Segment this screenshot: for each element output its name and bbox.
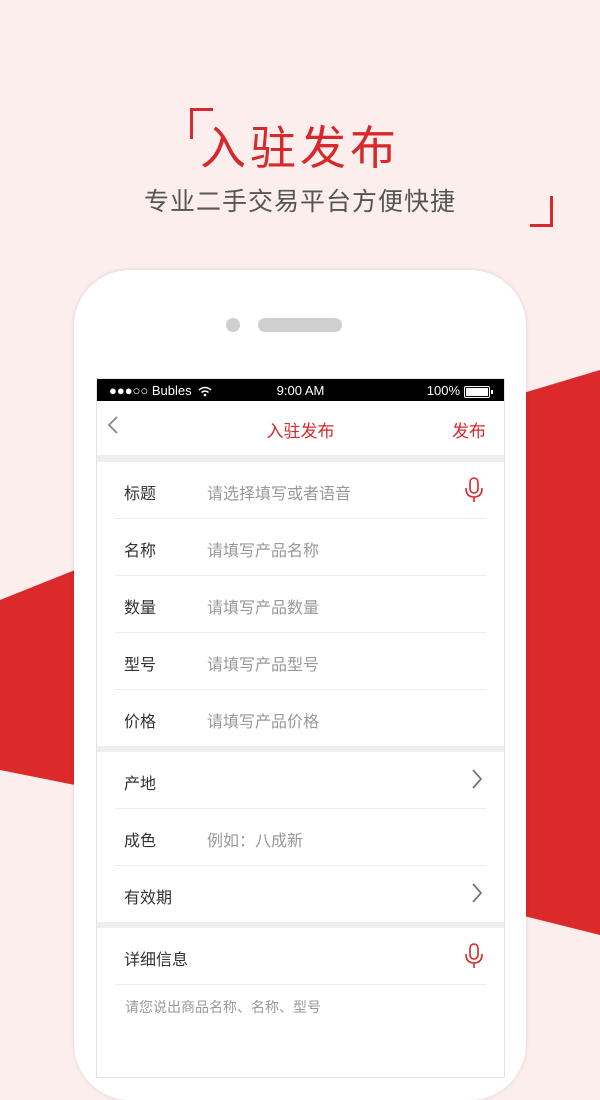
form-row-model[interactable]: 型号 请填写产品型号 — [115, 633, 486, 690]
phone-camera — [226, 318, 240, 332]
form-row-price[interactable]: 价格 请填写产品价格 — [115, 690, 486, 746]
model-input[interactable]: 请填写产品型号 — [207, 651, 319, 675]
condition-input[interactable]: 例如：八成新 — [207, 827, 303, 851]
chevron-right-icon[interactable] — [470, 766, 484, 796]
form-row-details[interactable]: 详细信息 — [115, 928, 486, 985]
origin-label: 产地 — [124, 774, 157, 793]
publish-button[interactable]: 发布 — [452, 417, 486, 442]
chevron-right-icon[interactable] — [470, 880, 484, 910]
price-input[interactable]: 请填写产品价格 — [207, 708, 319, 732]
price-label: 价格 — [124, 712, 157, 731]
promo-title: 入驻发布 — [200, 121, 400, 175]
phone-speaker — [258, 318, 342, 332]
page-title: 入驻发布 — [266, 422, 335, 442]
model-label: 型号 — [124, 655, 157, 674]
title-label: 标题 — [124, 484, 157, 503]
battery-indicator: 100% — [426, 383, 493, 398]
condition-label: 成色 — [124, 831, 157, 850]
microphone-icon[interactable] — [464, 476, 484, 508]
promo-subtitle: 专业二手交易平台方便快捷 — [143, 187, 456, 216]
corner-bracket-bottom-right — [530, 196, 553, 227]
form-row-validity[interactable]: 有效期 — [115, 866, 486, 922]
form-row-condition[interactable]: 成色 例如：八成新 — [115, 809, 486, 866]
battery-icon — [464, 385, 493, 398]
status-bar: ●●●○○ Bubles 9:00 AM 100% — [97, 379, 504, 401]
form-row-name[interactable]: 名称 请填写产品名称 — [115, 519, 486, 576]
name-label: 名称 — [124, 541, 157, 560]
form-row-quantity[interactable]: 数量 请填写产品数量 — [115, 576, 486, 633]
battery-label: 100% — [426, 383, 460, 398]
microphone-icon[interactable] — [464, 942, 484, 974]
quantity-input[interactable]: 请填写产品数量 — [207, 594, 319, 618]
nav-bar: 入驻发布 发布 — [97, 401, 504, 456]
form-row-title[interactable]: 标题 请选择填写或者语音 — [115, 462, 486, 519]
name-input[interactable]: 请填写产品名称 — [207, 537, 319, 561]
title-input[interactable]: 请选择填写或者语音 — [207, 480, 351, 504]
details-label: 详细信息 — [124, 950, 189, 969]
validity-label: 有效期 — [124, 888, 173, 907]
app-screen: ●●●○○ Bubles 9:00 AM 100% 入驻发布 发布 标题 请选择… — [96, 378, 505, 1078]
quantity-label: 数量 — [124, 598, 157, 617]
details-textarea[interactable]: 请您说出商品名称、名称、型号 — [125, 997, 504, 1017]
form-row-origin[interactable]: 产地 — [115, 752, 486, 809]
